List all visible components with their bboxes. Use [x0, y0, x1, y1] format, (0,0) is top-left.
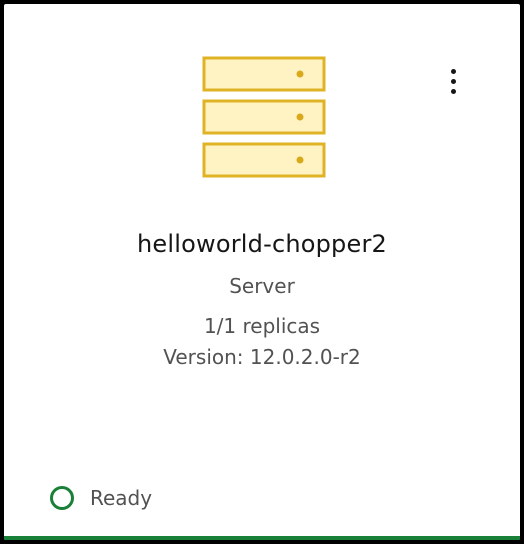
- status-ring-icon: [50, 486, 74, 510]
- overflow-menu-dot: [450, 88, 456, 94]
- instance-type: Server: [229, 274, 295, 298]
- overflow-menu-button[interactable]: [436, 62, 470, 100]
- status-label: Ready: [90, 486, 153, 510]
- instance-title: helloworld-chopper2: [137, 230, 387, 258]
- instance-card[interactable]: helloworld-chopper2 Server 1/1 replicas …: [4, 4, 520, 540]
- version-label: Version: 12.0.2.0-r2: [163, 345, 361, 369]
- overflow-menu-dot: [450, 78, 456, 84]
- overflow-menu-vertical-icon: [450, 68, 456, 74]
- status-indicator: Ready: [50, 484, 152, 512]
- replica-count: 1/1 replicas: [203, 314, 321, 338]
- server-stack-icon: [202, 56, 326, 178]
- status-bar: [4, 536, 520, 540]
